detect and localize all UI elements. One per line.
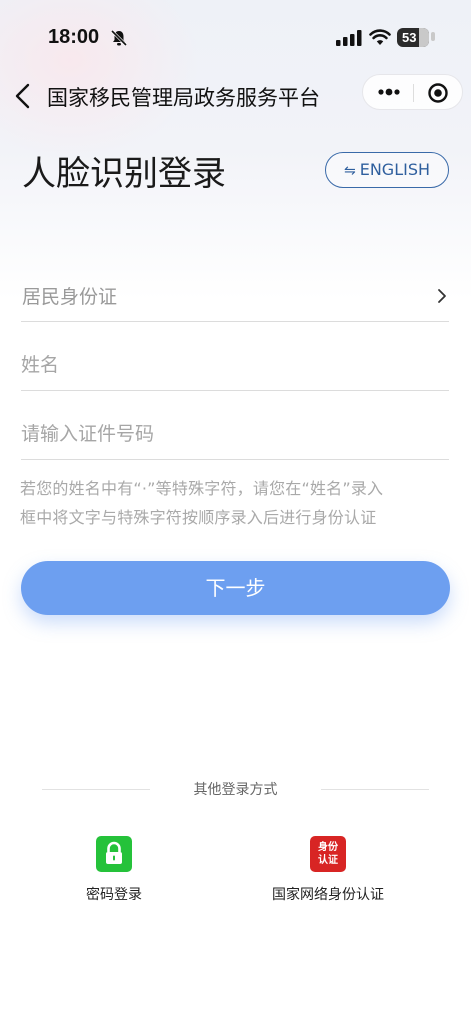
battery-level: 53 (402, 30, 417, 45)
id-number-field (21, 410, 449, 460)
battery-cap (431, 32, 435, 41)
language-button-label: ENGLISH (359, 160, 431, 179)
status-bar: 18:00 53 (0, 0, 471, 76)
lock-icon (96, 836, 132, 872)
id-type-selector[interactable]: 居民身份证 (21, 272, 449, 322)
capsule-divider (413, 84, 414, 102)
hint-line-2: 框中将文字与特殊字符按顺序录入后进行身份认证 (20, 508, 377, 527)
divider-right (321, 789, 429, 790)
close-mini-program-icon[interactable] (427, 82, 449, 104)
more-menu-icon[interactable] (377, 83, 401, 101)
password-login-option[interactable]: 密码登录 (34, 836, 194, 904)
next-step-button[interactable]: 下一步 (21, 561, 450, 615)
nav-title: 国家移民管理局政务服务平台 (47, 86, 320, 110)
name-input[interactable] (21, 347, 421, 383)
page-title: 人脸识别登录 (22, 154, 226, 194)
name-field (21, 341, 449, 391)
national-id-auth-option[interactable]: 身份认证 国家网络身份认证 (248, 836, 408, 904)
password-login-label: 密码登录 (86, 887, 142, 903)
wifi-icon (369, 29, 391, 45)
id-auth-icon-text: 身份认证 (318, 842, 338, 866)
battery-empty-area (419, 28, 429, 47)
battery-indicator: 53 (397, 28, 435, 47)
national-id-auth-label: 国家网络身份认证 (272, 887, 384, 903)
chevron-right-icon (438, 289, 446, 303)
swap-arrows-icon: ⇋ (343, 163, 356, 179)
hint-line-1: 若您的姓名中有“·”等特殊字符，请您在“姓名”录入 (20, 479, 384, 498)
status-time: 18:00 (48, 26, 100, 48)
special-character-hint: 若您的姓名中有“·”等特殊字符，请您在“姓名”录入 框中将文字与特殊字符按顺序录… (20, 474, 452, 532)
mini-program-capsule (362, 74, 463, 110)
id-number-input[interactable] (21, 416, 421, 452)
id-type-value: 居民身份证 (22, 286, 118, 308)
back-arrow-icon[interactable] (12, 82, 36, 110)
id-auth-icon: 身份认证 (310, 836, 346, 872)
cellular-signal-icon (336, 30, 362, 46)
language-switch-button[interactable]: ⇋ ENGLISH (325, 152, 449, 188)
bell-muted-icon (110, 29, 128, 47)
